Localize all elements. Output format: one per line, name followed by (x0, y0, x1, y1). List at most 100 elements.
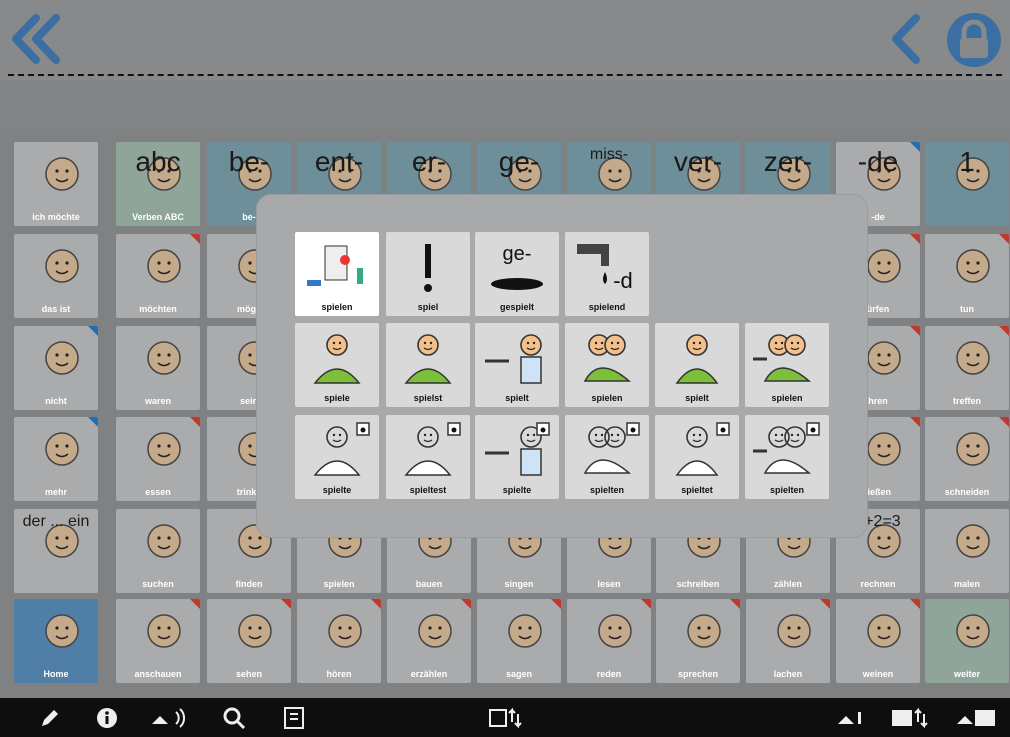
grid-cell[interactable]: sprechen (656, 599, 740, 683)
cell-label: weinen (862, 669, 894, 679)
popup-cell[interactable]: spielt (655, 323, 739, 407)
symbol-ge-icon: ge- (481, 238, 553, 298)
symbol-me-icon (301, 329, 373, 389)
grid-cell[interactable]: ich möchte (14, 142, 98, 226)
grid-cell[interactable]: suchen (116, 509, 200, 593)
grid-cell[interactable]: weiter (925, 599, 1009, 683)
grid-cell[interactable]: nicht (14, 326, 98, 410)
popup-cell-label: spielte (322, 485, 352, 495)
symbol-we-icon (571, 329, 643, 389)
cell-symbol-icon (122, 515, 194, 571)
popup-cell[interactable]: spielten (745, 415, 829, 499)
cell-symbol-icon (122, 332, 194, 388)
grid-cell[interactable]: waren (116, 326, 200, 410)
grid-cell[interactable]: 1 (925, 142, 1009, 226)
cell-label: anschauen (134, 669, 182, 679)
grid-speak-alt-icon[interactable] (955, 706, 997, 730)
cell-big-text: 1 (959, 146, 975, 177)
popup-cell[interactable]: spiel (386, 232, 470, 316)
cell-symbol-icon (931, 423, 1003, 479)
grid-cell[interactable]: erzählen (387, 599, 471, 683)
grid-cell[interactable]: hören (297, 599, 381, 683)
grid-resize-icon[interactable] (890, 706, 930, 730)
grid-cell[interactable]: anschauen (116, 599, 200, 683)
cell-big-text: be- (228, 146, 270, 177)
popup-cell[interactable]: spiele (295, 323, 379, 407)
popup-cell[interactable]: spielten (565, 415, 649, 499)
cell-symbol-icon (20, 240, 92, 296)
popup-cell[interactable]: spielte (475, 415, 559, 499)
grid-speak-icon[interactable] (836, 706, 864, 730)
popup-cell[interactable]: spieltet (655, 415, 739, 499)
grid-cell[interactable]: Home (14, 599, 98, 683)
popup-cell[interactable]: spielen (745, 323, 829, 407)
info-icon[interactable] (95, 706, 119, 730)
speak-icon[interactable] (150, 706, 190, 730)
grid-cell[interactable]: schneiden (925, 417, 1009, 501)
lock-icon[interactable] (945, 12, 1003, 68)
cell-symbol-icon (573, 605, 645, 661)
popup-cell[interactable]: spielt (475, 323, 559, 407)
popup-cell[interactable]: spielen (565, 323, 649, 407)
cell-symbol-icon (931, 515, 1003, 571)
grid-cell[interactable]: das ist (14, 234, 98, 318)
popup-cell-label: spielt (505, 393, 529, 403)
popup-cell[interactable]: spieltest (386, 415, 470, 499)
grid-cell[interactable]: möchten (116, 234, 200, 318)
grid-cell[interactable]: lachen (746, 599, 830, 683)
grid-cell[interactable]: essen (116, 417, 200, 501)
cell-big-text: ent- (314, 146, 364, 177)
symbol-they-icon (751, 421, 823, 481)
search-icon[interactable] (222, 706, 246, 730)
chevron-left-icon[interactable] (890, 14, 922, 64)
popup-cell[interactable]: ge-gespielt (475, 232, 559, 316)
pencil-icon[interactable] (38, 706, 62, 730)
cell-big-text: ver- (673, 146, 723, 177)
bottom-toolbar (0, 698, 1010, 737)
cell-symbol-icon (20, 423, 92, 479)
popup-cell[interactable]: spielen (295, 232, 379, 316)
grid-cell[interactable]: mehr (14, 417, 98, 501)
cell-label: malen (953, 579, 980, 589)
popup-cell-label: spielte (502, 485, 532, 495)
double-chevron-left-icon[interactable] (10, 14, 64, 64)
grid-cell[interactable]: reden (567, 599, 651, 683)
grid-cell[interactable]: der ... ein (14, 509, 98, 593)
grid-cell[interactable]: sagen (477, 599, 561, 683)
cell-label: lachen (773, 669, 803, 679)
grid-cell[interactable]: tun (925, 234, 1009, 318)
cell-label: nicht (45, 396, 67, 406)
cell-symbol-icon (20, 332, 92, 388)
book-icon[interactable] (282, 706, 306, 730)
cell-label: schneiden (944, 487, 990, 497)
category-band (0, 80, 1010, 128)
popup-cell[interactable]: spielte (295, 415, 379, 499)
cell-label: möchten (139, 304, 177, 314)
cell-label: waren (144, 396, 171, 406)
cell-label: bauen (415, 579, 443, 589)
grid-cell[interactable]: weinen (836, 599, 920, 683)
svg-text:-d: -d (613, 268, 633, 293)
cell-symbol-icon (662, 605, 734, 661)
symbol-youpl-icon (661, 329, 733, 389)
cell-label: singen (504, 579, 534, 589)
grid-cell[interactable]: sehen (207, 599, 291, 683)
cell-label: treffen (952, 396, 981, 406)
cell-big-text: -de (857, 146, 899, 177)
cell-label: suchen (142, 579, 174, 589)
cell-symbol-icon (122, 240, 194, 296)
symbol-he-icon (481, 329, 553, 389)
cell-label: sagen (505, 669, 532, 679)
popup-cell-label: spieltest (409, 485, 447, 495)
page-switch-icon[interactable] (488, 706, 522, 730)
popup-cell[interactable]: spielst (386, 323, 470, 407)
grid-cell[interactable]: abc Verben ABC (116, 142, 200, 226)
cell-label: das ist (41, 304, 71, 314)
cell-label: rechnen (860, 579, 896, 589)
cell-symbol-icon (931, 240, 1003, 296)
message-bar[interactable] (0, 0, 1010, 80)
grid-cell[interactable]: malen (925, 509, 1009, 593)
symbol-excl-icon (392, 238, 464, 298)
grid-cell[interactable]: treffen (925, 326, 1009, 410)
popup-cell[interactable]: -d spielend (565, 232, 649, 316)
